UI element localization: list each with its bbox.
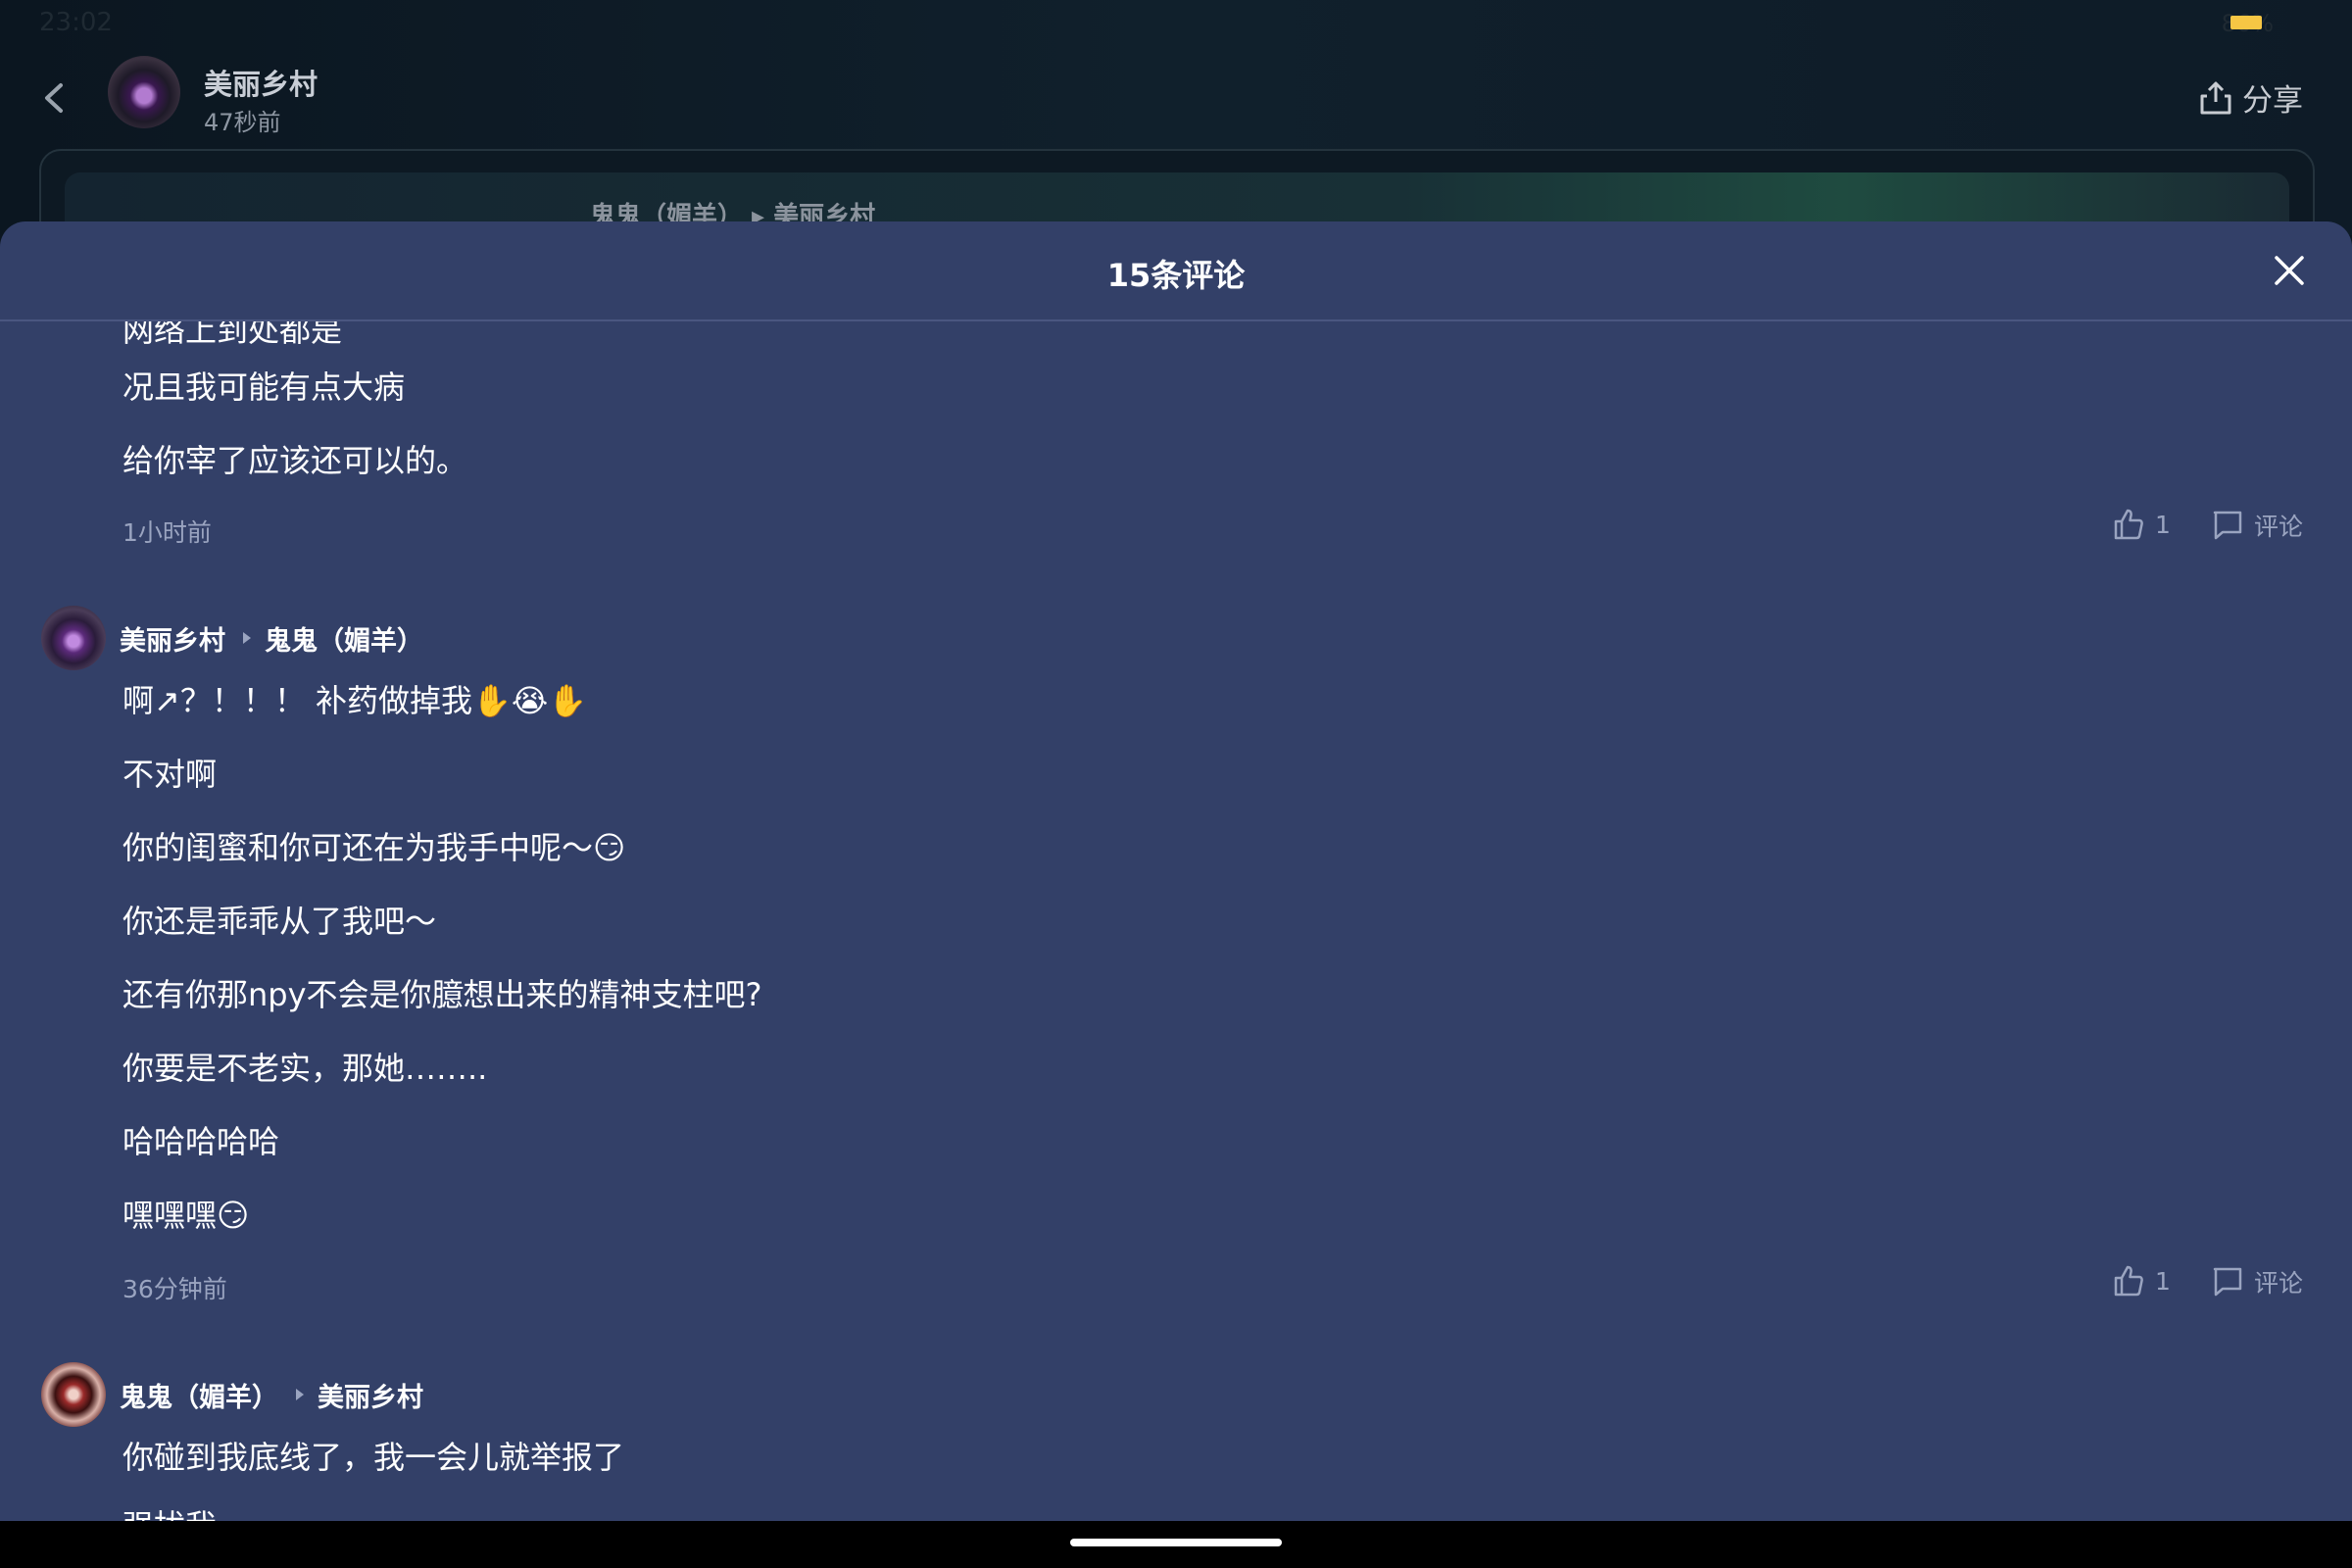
comment-line: 给你宰了应该还可以的。: [122, 442, 468, 479]
thumbs-up-icon: [2114, 1265, 2143, 1297]
comment-line: 不对啊: [122, 756, 218, 793]
reply-to-name[interactable]: 鬼鬼（媚羊）: [265, 619, 423, 658]
comment-line: 你要是不老实，那她……..: [122, 1050, 488, 1087]
system-nav-bar: [0, 1521, 2352, 1568]
share-label: 分享: [2242, 83, 2303, 119]
home-indicator[interactable]: [1070, 1539, 1282, 1546]
status-time: 23:02: [39, 8, 113, 37]
comment-header: 美丽乡村 鬼鬼（媚羊）: [41, 606, 423, 670]
author-avatar[interactable]: [108, 56, 180, 128]
comment-line: 啊↗？！！！ 补药做掉我✋😭✋: [122, 682, 588, 719]
reply-label: 评论: [2254, 513, 2304, 541]
post-top-bar: 美丽乡村 47秒前 分享: [0, 54, 2352, 142]
comments-sheet: 15条评论 网络上到处都是 况且我可能有点大病 给你宰了应该还可以的。 1小时前…: [0, 221, 2352, 1521]
like-button[interactable]: 1: [2112, 508, 2171, 541]
reply-arrow-icon: [243, 632, 251, 644]
like-count: 1: [2155, 1266, 2171, 1296]
close-icon: [2275, 256, 2304, 285]
reply-to-name[interactable]: 美丽乡村: [318, 1376, 423, 1414]
comment-header: 鬼鬼（媚羊） 美丽乡村: [41, 1362, 423, 1427]
comment-time: 1小时前: [122, 518, 212, 547]
comment-line: 况且我可能有点大病: [122, 368, 406, 406]
like-button[interactable]: 1: [2112, 1264, 2171, 1298]
comment-line: 你的闺蜜和你可还在为我手中呢～😏: [122, 829, 626, 866]
comment-line: 嘿嘿嘿😏: [122, 1197, 250, 1234]
comment-author[interactable]: 鬼鬼（媚羊）: [120, 1376, 278, 1414]
author-name[interactable]: 美丽乡村: [204, 62, 318, 103]
avatar[interactable]: [41, 1362, 106, 1427]
comment-line: 你还是乖乖从了我吧～: [122, 903, 437, 940]
comment-line: 还有你那npy不会是你臆想出来的精神支柱吧?: [122, 976, 762, 1013]
reply-arrow-icon: [296, 1389, 304, 1400]
reply-label: 评论: [2254, 1269, 2304, 1298]
post-page-background: 23:02 86% 美丽乡村 47秒前 分享 鬼鬼（媚羊） ▸ 美丽乡村: [0, 0, 2352, 270]
comment-author[interactable]: 美丽乡村: [120, 619, 225, 658]
comment-line: 你碰到我底线了，我一会儿就举报了: [122, 1439, 625, 1476]
share-upload-icon: [2200, 81, 2231, 114]
thumbs-up-icon: [2114, 509, 2143, 540]
reply-button[interactable]: 评论: [2211, 508, 2303, 543]
comment-line: 强扰我: [122, 1501, 217, 1521]
comment-time: 36分钟前: [122, 1275, 227, 1303]
back-button[interactable]: [35, 74, 74, 122]
post-time: 47秒前: [204, 109, 281, 136]
reply-button[interactable]: 评论: [2211, 1264, 2303, 1299]
battery-icon: [2230, 16, 2262, 29]
share-button[interactable]: 分享: [2199, 75, 2303, 120]
chevron-left-icon: [45, 83, 63, 113]
like-count: 1: [2155, 510, 2171, 539]
comment-bubble-icon: [2213, 511, 2242, 540]
comment-bubble-icon: [2213, 1267, 2242, 1297]
comments-sheet-header: 15条评论: [0, 221, 2352, 321]
comment-line: 网络上到处都是: [122, 321, 343, 349]
close-button[interactable]: [2270, 251, 2309, 290]
comment-list[interactable]: 网络上到处都是 况且我可能有点大病 给你宰了应该还可以的。 1小时前 1 评论 …: [0, 321, 2352, 1521]
comment-line: 哈哈哈哈哈: [122, 1123, 280, 1160]
comments-count-title: 15条评论: [1106, 257, 1246, 294]
avatar[interactable]: [41, 606, 106, 670]
